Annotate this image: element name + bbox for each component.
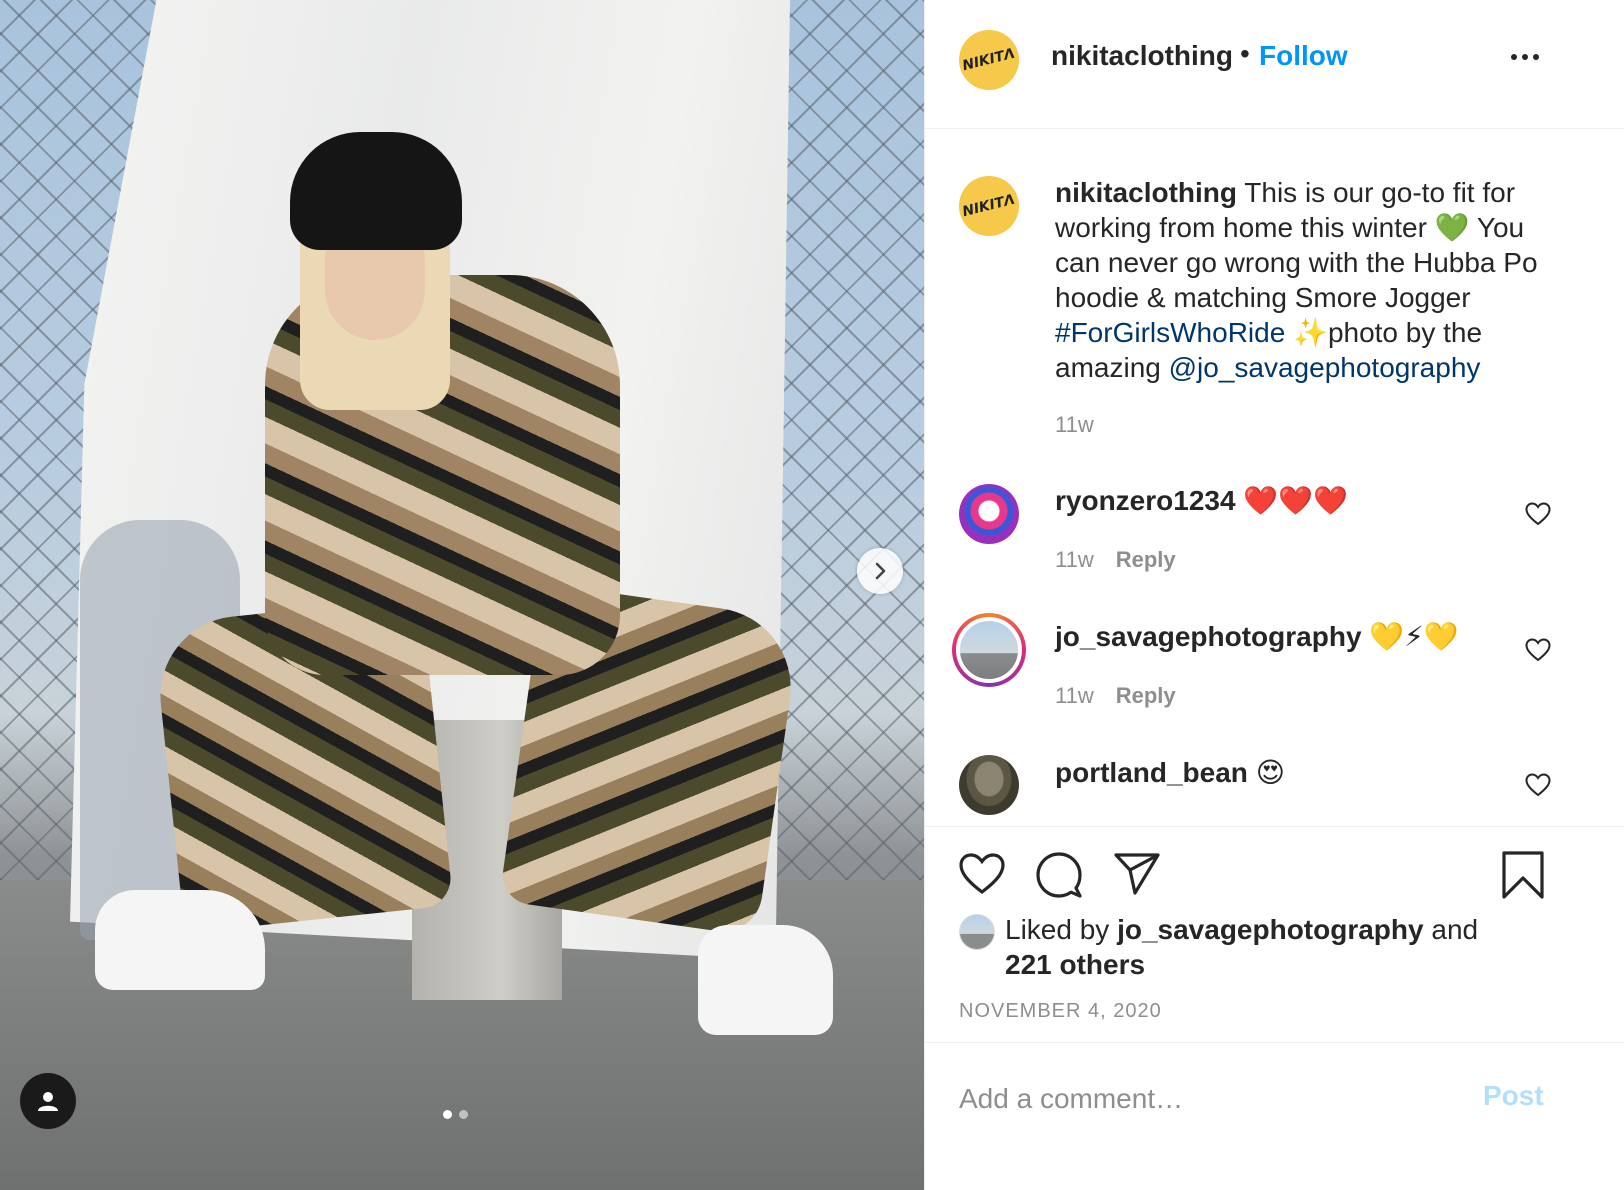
comment-meta: 11w Reply <box>1055 683 1176 709</box>
commenter-avatar[interactable] <box>959 484 1019 544</box>
commenter-avatar[interactable] <box>959 755 1019 815</box>
liker-avatar[interactable] <box>959 914 995 950</box>
follow-button[interactable]: Follow <box>1259 40 1348 72</box>
post-date[interactable]: NOVEMBER 4, 2020 <box>959 1000 1162 1023</box>
carousel-dot-2 <box>459 1110 468 1119</box>
comment-age[interactable]: 11w <box>1055 547 1094 572</box>
likes-prefix: Liked by <box>1005 914 1110 945</box>
mention-link[interactable]: @jo_savagephotography <box>1169 352 1481 383</box>
comment: ryonzero1234 ❤️❤️❤️ <box>1055 484 1348 517</box>
carousel-indicator <box>443 1110 468 1119</box>
like-comment-heart-icon[interactable] <box>1525 638 1551 662</box>
add-comment-input[interactable] <box>957 1076 1481 1122</box>
post-caption: nikitaclothing This is our go-to fit for… <box>1055 175 1565 385</box>
logo-text: ΝΙΚΙΤΛ <box>961 191 1017 221</box>
comment-text: 😍 <box>1255 757 1285 788</box>
white-sneaker-right <box>698 925 833 1035</box>
likes-connector: and <box>1431 914 1479 945</box>
like-comment-heart-icon[interactable] <box>1525 773 1551 797</box>
header-divider <box>925 128 1624 129</box>
reply-button[interactable]: Reply <box>1116 683 1176 708</box>
comments-divider <box>925 826 1624 827</box>
sparkles-emoji: ✨ <box>1293 317 1328 348</box>
account-avatar[interactable]: ΝΙΚΙΤΛ <box>959 30 1019 90</box>
comment-text: ❤️❤️❤️ <box>1243 485 1348 516</box>
reply-button[interactable]: Reply <box>1116 547 1176 572</box>
caption-avatar[interactable]: ΝΙΚΙΤΛ <box>959 176 1019 236</box>
post-photo[interactable] <box>0 0 958 1190</box>
comment-icon[interactable] <box>1035 851 1083 899</box>
caption-username[interactable]: nikitaclothing <box>1055 177 1237 208</box>
story-ring[interactable] <box>952 613 1026 687</box>
share-icon[interactable] <box>1113 852 1161 896</box>
user-tag-icon <box>38 1092 58 1111</box>
account-username[interactable]: nikitaclothing <box>1051 40 1233 72</box>
carousel-next-button[interactable] <box>857 548 903 594</box>
commenter-avatar[interactable] <box>956 617 1022 683</box>
hashtag-link[interactable]: #ForGirlsWhoRide <box>1055 317 1285 348</box>
caption-age[interactable]: 11w <box>1055 412 1094 438</box>
logo-text: ΝΙΚΙΤΛ <box>961 45 1017 75</box>
post-details-panel: ΝΙΚΙΤΛ nikitaclothing • Follow ΝΙΚΙΤΛ ni… <box>924 0 1624 1190</box>
carousel-dot-1 <box>443 1110 452 1119</box>
comment: jo_savagephotography 💛⚡💛 <box>1055 620 1459 653</box>
tagged-users-button[interactable] <box>20 1073 76 1129</box>
comment: portland_bean 😍 <box>1055 756 1285 789</box>
black-bucket-hat <box>290 132 462 250</box>
heart-icon[interactable] <box>958 852 1006 896</box>
comment-text: 💛⚡💛 <box>1369 621 1459 652</box>
chevron-right-icon <box>875 562 886 580</box>
bookmark-icon[interactable] <box>1501 850 1545 900</box>
header-separator: • <box>1240 38 1250 69</box>
comment-username[interactable]: ryonzero1234 <box>1055 485 1236 516</box>
white-sneaker-left <box>95 890 265 990</box>
comment-box-divider <box>925 1042 1624 1043</box>
green-heart-emoji: 💚 <box>1434 212 1470 243</box>
likes-summary: Liked by jo_savagephotography and 221 ot… <box>1005 912 1525 982</box>
liker-username[interactable]: jo_savagephotography <box>1117 914 1424 945</box>
more-options-icon[interactable] <box>1511 54 1539 60</box>
likes-others[interactable]: 221 others <box>1005 949 1145 980</box>
comment-username[interactable]: portland_bean <box>1055 757 1248 788</box>
comment-meta: 11w Reply <box>1055 547 1176 573</box>
comment-username[interactable]: jo_savagephotography <box>1055 621 1362 652</box>
post-comment-button[interactable]: Post <box>1483 1080 1544 1112</box>
comment-age[interactable]: 11w <box>1055 683 1094 708</box>
like-comment-heart-icon[interactable] <box>1525 502 1551 526</box>
